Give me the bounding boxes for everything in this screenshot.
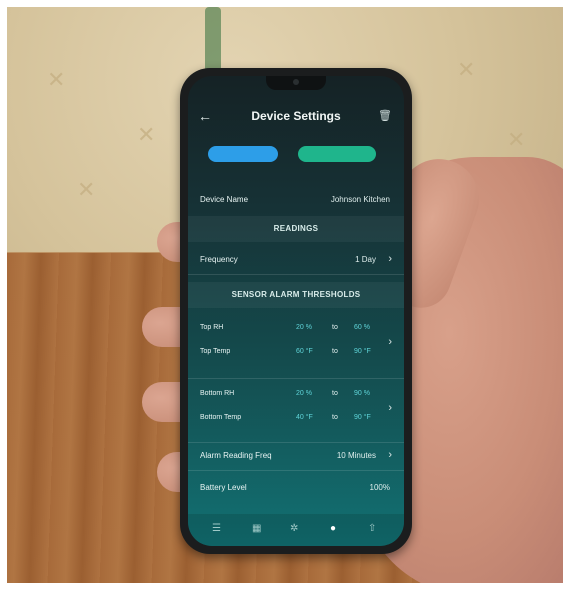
top-temp-to: to [332, 348, 338, 355]
alarm-reading-freq-label: Alarm Reading Freq [200, 451, 272, 460]
device-name-label: Device Name [200, 195, 249, 204]
green-action-button[interactable] [298, 146, 376, 162]
bottom-temp-to: to [332, 414, 338, 421]
top-rh-to: to [332, 324, 338, 331]
top-thresholds-row[interactable]: Top RH 20 % to 60 % Top Temp 60 °F to 90… [188, 316, 404, 376]
chevron-right-icon: › [388, 253, 392, 265]
blue-action-button[interactable] [208, 146, 278, 162]
bottom-temp-min: 40 °F [296, 414, 313, 421]
bottom-temp-max: 90 °F [354, 414, 371, 421]
alarm-reading-freq-value: 10 Minutes [336, 451, 376, 460]
trash-icon[interactable]: 🗑 [378, 109, 392, 122]
frequency-value: 1 Day [355, 255, 376, 264]
top-rh-label: Top RH [200, 324, 224, 331]
wall-pattern-cross: ✕ [77, 177, 96, 202]
home-icon[interactable]: ● [330, 523, 336, 534]
bottom-rh-max: 90 % [354, 390, 370, 397]
bottom-rh-to: to [332, 390, 338, 397]
wall-pattern-cross: ✕ [137, 122, 156, 147]
top-bar: ← Device Settings 🗑 [188, 106, 404, 132]
top-temp-label: Top Temp [200, 348, 231, 355]
smartphone: ← Device Settings 🗑 Device Name Johnson … [180, 68, 412, 554]
bottom-temp-label: Bottom Temp [200, 414, 242, 421]
alarm-reading-freq-row[interactable]: Alarm Reading Freq 10 Minutes › [188, 444, 404, 468]
chevron-right-icon: › [388, 402, 392, 414]
frequency-row[interactable]: Frequency 1 Day › [188, 248, 404, 272]
battery-level-label: Battery Level [200, 483, 247, 492]
divider [188, 274, 404, 275]
upload-icon[interactable]: ⇧ [368, 523, 376, 534]
gear-icon[interactable]: ✲ [290, 523, 298, 534]
bottom-rh-label: Bottom RH [200, 390, 235, 397]
top-temp-max: 90 °F [354, 348, 371, 355]
list-icon[interactable]: ☰ [212, 523, 221, 534]
divider [188, 378, 404, 379]
camera-icon [293, 79, 299, 85]
page-title: Device Settings [251, 109, 341, 123]
bottom-thresholds-row[interactable]: Bottom RH 20 % to 90 % Bottom Temp 40 °F… [188, 382, 404, 442]
divider [188, 442, 404, 443]
bottom-nav-bar: ☰ ▦ ✲ ● ⇧ [188, 514, 404, 546]
bottom-rh-min: 20 % [296, 390, 312, 397]
calendar-icon[interactable]: ▦ [252, 523, 261, 534]
device-name-row[interactable]: Device Name Johnson Kitchen [188, 188, 404, 212]
device-name-value: Johnson Kitchen [330, 195, 390, 204]
wall-pattern-cross: ✕ [507, 127, 526, 152]
wall-pattern-cross: ✕ [457, 57, 476, 82]
readings-header: READINGS [188, 216, 404, 242]
top-temp-min: 60 °F [296, 348, 313, 355]
wall-pattern-cross: ✕ [47, 67, 66, 92]
divider [188, 470, 404, 471]
top-rh-max: 60 % [354, 324, 370, 331]
battery-level-value: 100% [369, 483, 390, 492]
battery-level-row: Battery Level 100% [188, 476, 404, 500]
top-rh-min: 20 % [296, 324, 312, 331]
phone-screen: ← Device Settings 🗑 Device Name Johnson … [188, 76, 404, 546]
alarm-thresholds-header: SENSOR ALARM THRESHOLDS [188, 282, 404, 308]
chevron-right-icon: › [388, 449, 392, 461]
chevron-right-icon: › [388, 336, 392, 348]
frequency-label: Frequency [200, 255, 238, 264]
